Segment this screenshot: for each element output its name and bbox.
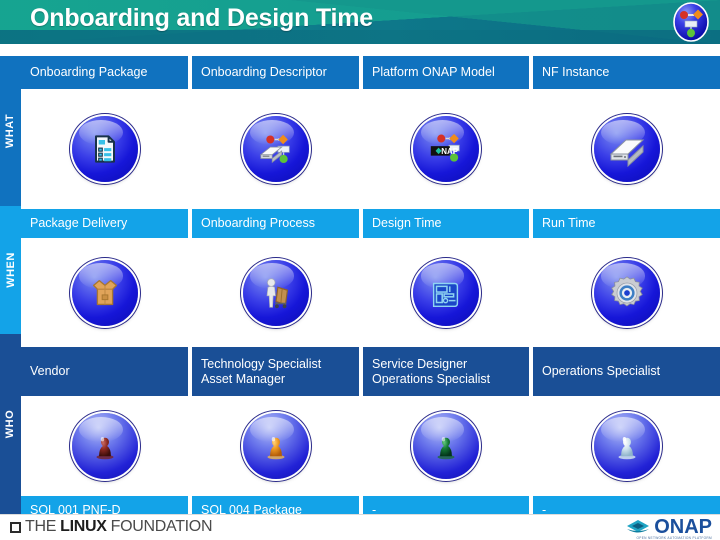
when-label-cell: Run Time [533, 209, 720, 238]
chess-pawn-red-icon [71, 413, 138, 479]
slide-canvas: Onboarding and Design Time WHAT WHEN WHO… [0, 0, 720, 540]
slide-header: Onboarding and Design Time [0, 0, 720, 44]
column-header: NF Instance [533, 56, 720, 89]
svg-text:NAP: NAP [441, 147, 459, 156]
onap-swoosh-icon [627, 520, 650, 533]
who-icon-cell [21, 396, 188, 496]
what-icon-cell: NAP [363, 89, 529, 209]
what-icon-cell [533, 89, 720, 209]
who-label-line1: Technology Specialist [201, 356, 322, 371]
matrix-column: Platform ONAP Model NAP Design Time Serv… [363, 56, 529, 524]
matrix-column: Onboarding Descriptor Onboarding Process… [192, 56, 359, 524]
when-icon-cell [192, 238, 359, 347]
column-header: Onboarding Descriptor [192, 56, 359, 89]
who-label-line1: Service Designer [372, 356, 468, 371]
blueprint-icon [413, 259, 479, 326]
what-icon-cell [192, 89, 359, 209]
chess-pawn-green-icon [413, 413, 479, 479]
sidebar-item-when: WHEN [0, 206, 21, 334]
when-label-line1: Design Time [372, 216, 442, 230]
who-label-line2: Operations Specialist [372, 371, 491, 386]
when-label-cell: Package Delivery [21, 209, 188, 238]
matrix-grid: Onboarding Package Package Delivery Vend… [21, 56, 720, 524]
document-list-icon [71, 116, 138, 182]
page-title: Onboarding and Design Time [30, 4, 373, 32]
when-label-line1: Package Delivery [30, 216, 128, 230]
who-label-cell: Technology Specialist Asset Manager [192, 347, 359, 396]
when-label-cell: Design Time [363, 209, 529, 238]
onap-flow-orb-icon [671, 2, 711, 42]
column-header: Platform ONAP Model [363, 56, 529, 89]
header-divider [0, 44, 720, 51]
who-label-cell: Operations Specialist [533, 347, 720, 396]
who-label-line1: Vendor [30, 364, 70, 378]
lane-label-when: WHEN [4, 252, 17, 288]
onap-model-flowchart-icon: NAP [413, 116, 479, 182]
when-label-line1: Run Time [542, 216, 596, 230]
lf-the-text: THE [25, 518, 57, 535]
who-label-cell: Vendor [21, 347, 188, 396]
open-box-icon [71, 259, 138, 326]
when-icon-cell [533, 238, 720, 347]
who-label-cell: Service Designer Operations Specialist [363, 347, 529, 396]
server-flowchart-icon [242, 116, 309, 182]
slide-footer: THE LINUX FOUNDATION ONAP OPEN NETWORK AUT… [0, 514, 720, 540]
lf-foundation-text: FOUNDATION [110, 518, 213, 535]
what-icon-cell [21, 89, 188, 209]
column-header: Onboarding Package [21, 56, 188, 89]
chess-pawn-white-icon [593, 413, 660, 479]
onap-logo: ONAP [625, 517, 712, 537]
lane-label-who: WHO [4, 409, 17, 439]
linux-foundation-mark-icon [10, 521, 21, 533]
matrix-column: Onboarding Package Package Delivery Vend… [21, 56, 188, 524]
who-label-line1: Operations Specialist [542, 364, 661, 378]
when-label-line1: Onboarding Process [201, 216, 315, 230]
linux-foundation-logo: THE LINUX FOUNDATION [10, 518, 213, 536]
when-icon-cell [363, 238, 529, 347]
who-icon-cell [533, 396, 720, 496]
lane-label-what: WHAT [4, 113, 17, 149]
who-icon-cell [363, 396, 529, 496]
sidebar-item-what: WHAT [0, 56, 21, 206]
sidebar-item-who: WHO [0, 334, 21, 514]
onap-tagline: OPEN NETWORK AUTOMATION PLATFORM [636, 536, 712, 540]
gear-icon [593, 259, 660, 326]
who-icon-cell [192, 396, 359, 496]
when-label-cell: Onboarding Process [192, 209, 359, 238]
chess-pawn-orange-icon [242, 413, 309, 479]
delivery-person-icon [242, 259, 309, 326]
who-label-line2: Asset Manager [201, 371, 286, 386]
lf-linux-text: LINUX [60, 518, 107, 535]
when-icon-cell [21, 238, 188, 347]
server-appliance-icon [593, 116, 660, 182]
matrix-column: NF Instance Run Time Operations Speciali… [533, 56, 720, 524]
onap-wordmark: ONAP [654, 516, 712, 538]
